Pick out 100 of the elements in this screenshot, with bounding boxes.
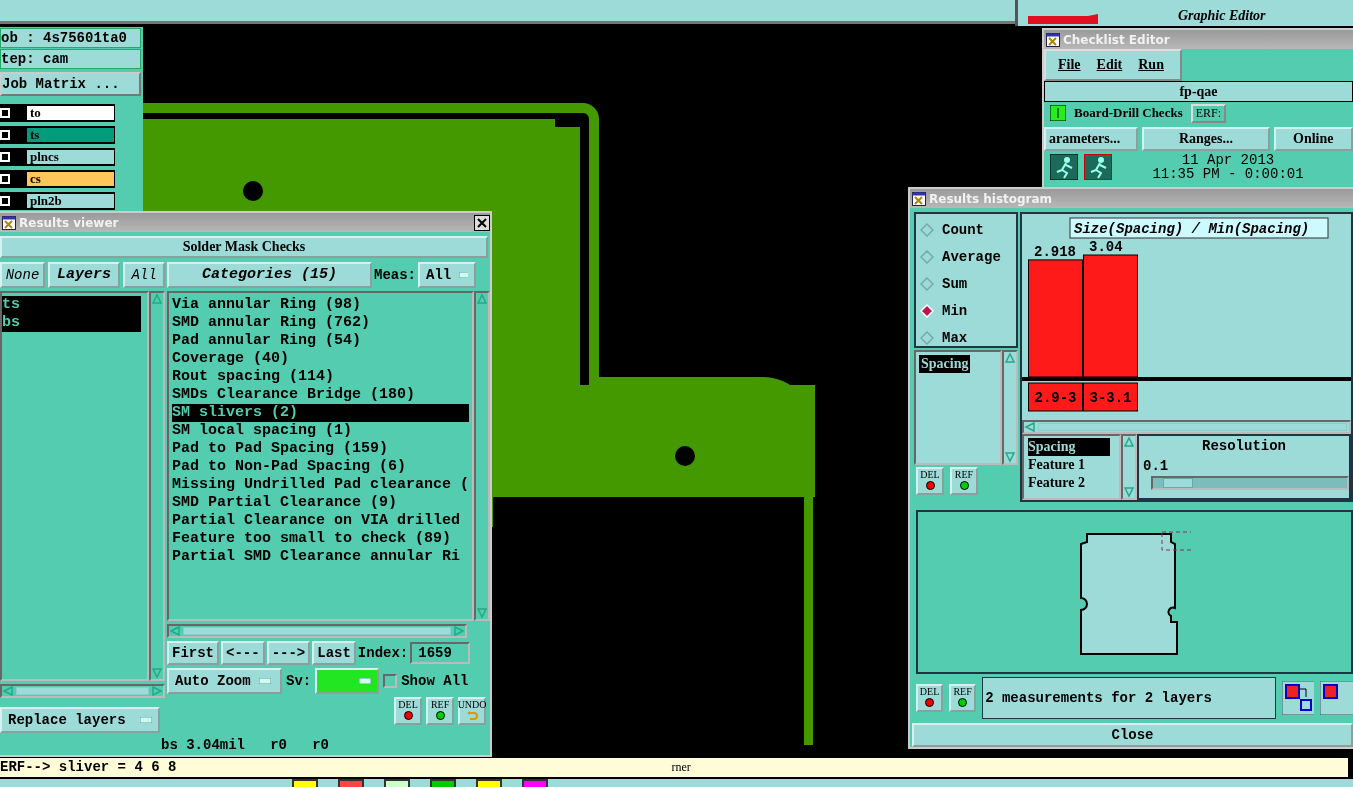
scroll-arrow-icon[interactable] (1123, 486, 1135, 499)
attribute-item[interactable]: Spacing (919, 355, 971, 373)
layer-name[interactable]: cs (26, 171, 115, 187)
layer-name[interactable]: ts (26, 127, 115, 143)
scroll-arrow-icon[interactable] (1004, 451, 1016, 463)
meas-dropdown[interactable]: All (418, 262, 476, 288)
layer-checkbox[interactable] (0, 174, 10, 184)
toolbar-icon[interactable] (476, 779, 502, 787)
scroll-arrow-icon[interactable] (453, 625, 465, 637)
menu-item[interactable]: File (1058, 57, 1081, 73)
field-item[interactable]: Spacing (1028, 438, 1110, 456)
toolbar-icon[interactable] (430, 779, 456, 787)
layer-checkbox[interactable] (0, 152, 10, 162)
action-button[interactable]: DEL (916, 467, 944, 495)
close-icon[interactable] (474, 214, 490, 231)
layer-name[interactable]: pln2b (26, 193, 115, 209)
category-item[interactable]: Partial Clearance on VIA drilled (172, 512, 470, 530)
category-item[interactable]: SMD Partial Clearance (9) (172, 494, 470, 512)
navigation-button[interactable]: <--- (221, 641, 265, 665)
layer-checkbox[interactable] (0, 196, 10, 206)
erf-output: ERF--> sliver = 4 6 8 (0, 758, 177, 777)
category-item[interactable]: SMDs Clearance Bridge (180) (172, 386, 470, 404)
action-button[interactable]: DEL (394, 697, 423, 725)
radio-label[interactable]: Max (942, 329, 968, 346)
scroll-arrow-icon[interactable] (1123, 436, 1135, 448)
field-item[interactable]: Feature 2 (1028, 474, 1110, 492)
menu-item[interactable]: Edit (1096, 57, 1123, 73)
navigation-button[interactable]: First (167, 641, 219, 665)
radio-button[interactable] (920, 222, 934, 237)
category-item[interactable]: Coverage (40) (172, 350, 470, 368)
layer-checkbox[interactable] (0, 130, 10, 140)
navigation-button[interactable]: Last (312, 641, 356, 665)
close-button[interactable]: Close (912, 723, 1353, 747)
action-button[interactable]: DEL (916, 683, 944, 712)
checklist-button[interactable]: Online (1273, 127, 1353, 151)
category-item[interactable]: Pad to Pad Spacing (159) (172, 440, 470, 458)
replace-mode-dropdown[interactable]: Replace layers (0, 707, 160, 733)
menu-item[interactable]: Run (1138, 57, 1164, 73)
action-button[interactable]: REF (949, 683, 977, 712)
slider-thumb[interactable] (1162, 478, 1193, 488)
radio-label[interactable]: Count (942, 221, 984, 238)
select-none-button[interactable]: None (0, 262, 45, 288)
radio-label[interactable]: Min (942, 302, 968, 319)
category-item[interactable]: SMD annular Ring (762) (172, 314, 470, 332)
message-text: rner (671, 759, 691, 776)
category-item[interactable]: Partial SMD Clearance annular Ri (172, 548, 470, 566)
histogram-swap-icon[interactable] (1281, 680, 1315, 715)
scrollbar[interactable] (1121, 434, 1137, 501)
scroll-arrow-icon[interactable] (1004, 352, 1016, 364)
category-item[interactable]: Pad annular Ring (54) (172, 332, 470, 350)
dot-icon (403, 711, 413, 720)
layer-name[interactable]: to (26, 105, 115, 121)
checklist-button[interactable]: arameters... (1044, 127, 1139, 151)
category-item[interactable]: Missing Undrilled Pad clearance ( (172, 476, 470, 494)
job-matrix-button[interactable]: Job Matrix ... (0, 72, 141, 96)
scroll-arrow-icon[interactable] (2, 685, 14, 697)
action-button[interactable]: REF (426, 697, 455, 725)
zoom-mode-dropdown[interactable]: Auto Zoom (167, 668, 282, 694)
scrollbar[interactable] (0, 684, 165, 698)
radio-label[interactable]: Sum (942, 275, 968, 292)
severity-dropdown[interactable] (315, 668, 380, 694)
layer-checkbox[interactable] (0, 108, 10, 118)
run-figure-icon[interactable] (1084, 154, 1112, 180)
category-item[interactable]: Rout spacing (114) (172, 368, 470, 386)
category-item[interactable]: SM local spacing (1) (172, 422, 470, 440)
action-button[interactable]: REF (950, 467, 978, 495)
layer-list-item[interactable]: bs (2, 314, 141, 332)
navigation-button[interactable]: ---> (266, 641, 311, 665)
brand-subtitle: Graphic Editor (1178, 8, 1266, 24)
scroll-arrow-icon[interactable] (169, 625, 181, 637)
toolbar-icon[interactable] (384, 779, 410, 787)
scroll-arrow-icon[interactable] (151, 685, 163, 697)
select-all-button[interactable]: All (123, 262, 165, 288)
radio-label[interactable]: Average (942, 248, 1001, 265)
radio-button[interactable] (920, 249, 934, 264)
check-status-icon (1050, 105, 1066, 121)
category-item[interactable]: Via annular Ring (98) (172, 296, 470, 314)
toolbar-icon[interactable] (292, 779, 318, 787)
category-item[interactable]: SM slivers (2) (172, 404, 470, 422)
action-button[interactable]: UNDO (458, 697, 487, 725)
dropdown-icon (359, 678, 372, 684)
scroll-arrow-icon[interactable] (1024, 421, 1036, 433)
run-figure-icon[interactable] (1050, 154, 1078, 180)
run-date: 11 Apr 2013 (1181, 153, 1275, 167)
field-item[interactable]: Feature 1 (1028, 456, 1110, 474)
radio-button[interactable] (920, 330, 934, 345)
show-all-checkbox[interactable] (383, 674, 398, 688)
scrollbar[interactable] (167, 624, 467, 638)
index-field[interactable]: 1659 (410, 642, 471, 664)
category-item[interactable]: Feature too small to check (89) (172, 530, 470, 548)
layer-list-item[interactable]: ts (2, 296, 141, 314)
window-icon (2, 215, 16, 230)
radio-button[interactable] (920, 276, 934, 291)
scrollbar[interactable] (1022, 420, 1351, 434)
layer-name[interactable]: plncs (26, 149, 115, 165)
category-item[interactable]: Pad to Non-Pad Spacing (6) (172, 458, 470, 476)
scrollbar[interactable] (1002, 350, 1018, 465)
histogram-swap-icon[interactable] (1320, 680, 1353, 715)
resolution-value: 0.1 (1143, 458, 1170, 474)
checklist-button[interactable]: Ranges... (1142, 127, 1270, 151)
